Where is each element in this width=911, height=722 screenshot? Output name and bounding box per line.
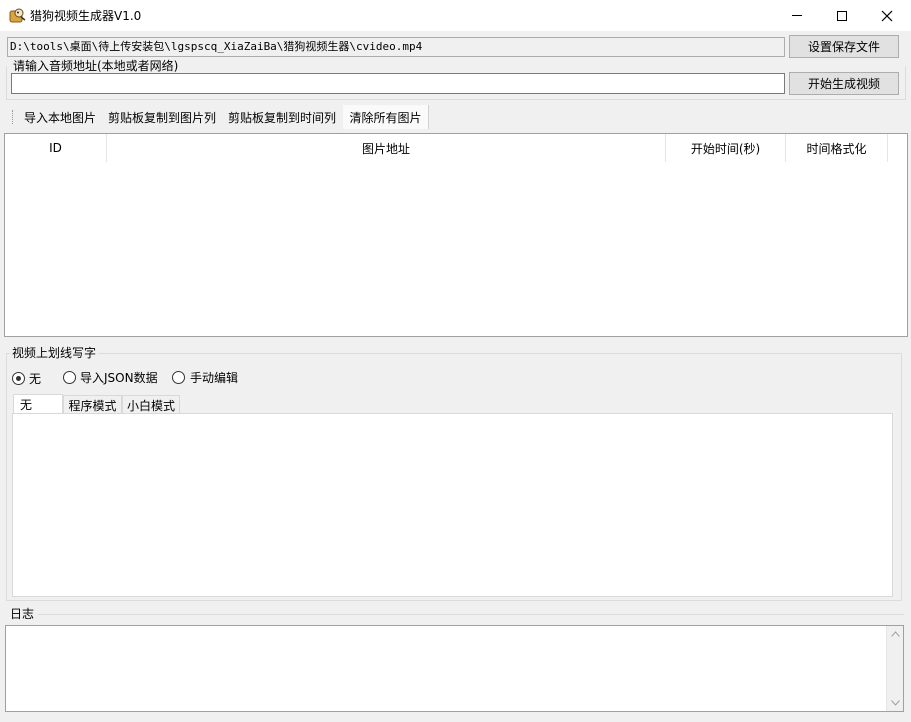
radio-import-json[interactable]	[63, 371, 76, 384]
maximize-button[interactable]	[819, 0, 865, 31]
column-header-id[interactable]: ID	[5, 134, 107, 162]
clear-all-images-button[interactable]: 清除所有图片	[343, 105, 429, 129]
column-header-start-time[interactable]: 开始时间(秒)	[666, 134, 786, 162]
import-local-images-button[interactable]: 导入本地图片	[18, 105, 102, 129]
radio-selected-dot	[16, 376, 21, 381]
image-list-table[interactable]: ID 图片地址 开始时间(秒) 时间格式化	[4, 133, 908, 337]
radio-none[interactable]	[12, 372, 25, 385]
tab-beginner-mode[interactable]: 小白模式	[122, 395, 180, 414]
minimize-icon	[792, 15, 802, 16]
radio-import-json-label[interactable]: 导入JSON数据	[80, 371, 158, 385]
column-header-image-path[interactable]: 图片地址	[107, 134, 666, 162]
log-divider	[38, 614, 904, 615]
tab-content-panel	[12, 413, 893, 597]
start-generate-video-button[interactable]: 开始生成视频	[789, 72, 899, 95]
set-save-file-button[interactable]: 设置保存文件	[789, 35, 899, 58]
log-scrollbar[interactable]	[886, 626, 903, 711]
log-textarea[interactable]	[5, 625, 904, 712]
minimize-button[interactable]	[774, 0, 820, 31]
tab-program-mode[interactable]: 程序模式	[63, 395, 122, 414]
radio-manual-edit-label[interactable]: 手动编辑	[190, 371, 238, 385]
save-path-field[interactable]: D:\tools\桌面\待上传安装包\lgspscq_XiaZaiBa\猎狗视频…	[7, 37, 785, 57]
column-header-time-format[interactable]: 时间格式化	[786, 134, 888, 162]
radio-manual-edit[interactable]	[172, 371, 185, 384]
toolbar-grip	[12, 110, 14, 124]
tab-none[interactable]: 无	[13, 394, 63, 414]
scroll-up-icon[interactable]	[891, 631, 900, 637]
window-title: 猎狗视频生成器V1.0	[30, 9, 142, 23]
close-icon	[881, 10, 893, 21]
scroll-down-icon[interactable]	[891, 700, 900, 706]
maximize-icon	[837, 10, 847, 21]
overlay-text-group-label: 视频上划线写字	[10, 346, 99, 360]
close-button[interactable]	[864, 0, 910, 31]
audio-address-input[interactable]	[11, 73, 785, 94]
paste-to-time-column-button[interactable]: 剪贴板复制到时间列	[223, 105, 341, 129]
radio-none-label[interactable]: 无	[29, 372, 41, 386]
app-dog-icon	[9, 7, 26, 24]
paste-to-image-column-button[interactable]: 剪贴板复制到图片列	[104, 105, 220, 129]
log-label: 日志	[10, 607, 35, 621]
